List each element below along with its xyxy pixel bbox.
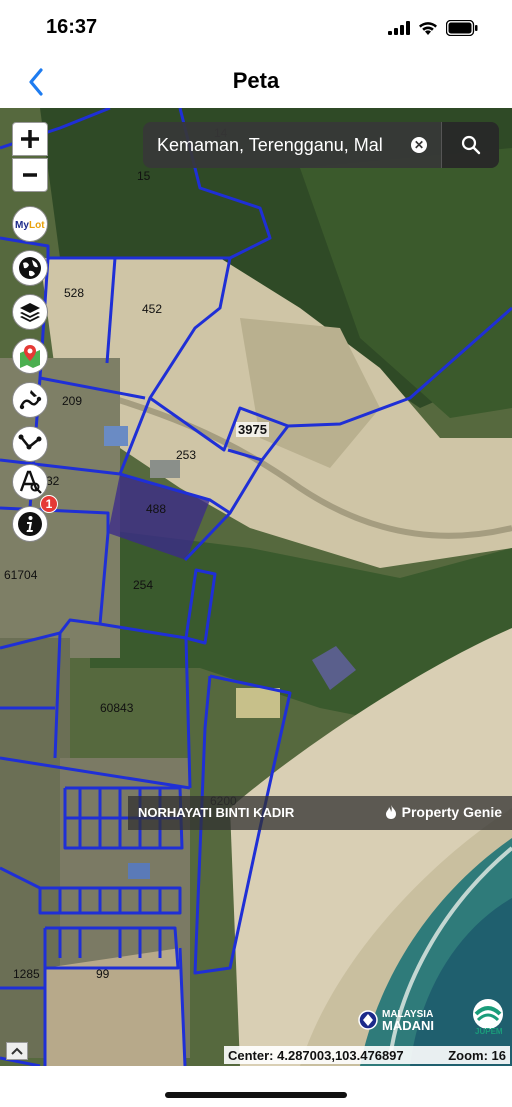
status-time: 16:37 — [46, 16, 98, 38]
zoom-out-button[interactable] — [12, 158, 48, 192]
madani-emblem-icon: MALAYSIA MADANI — [358, 1009, 434, 1033]
satellite-map-background — [0, 108, 512, 1066]
lot-label: 254 — [133, 578, 154, 592]
layers-icon — [20, 303, 40, 322]
cellular-signal-icon — [388, 21, 410, 35]
page-title: Peta — [232, 68, 280, 93]
status-bar: 16:37 — [0, 0, 512, 58]
plus-icon — [21, 130, 39, 148]
search-icon — [461, 135, 480, 155]
malaysia-madani-logo: MALAYSIA MADANI — [358, 1004, 468, 1036]
property-genie-brand: Property Genie — [384, 804, 502, 820]
wifi-icon — [419, 21, 437, 35]
zoom-in-button[interactable] — [12, 122, 48, 156]
lot-label: 60843 — [100, 701, 134, 715]
text-search-icon — [19, 470, 42, 494]
lot-label: 61704 — [4, 568, 38, 582]
highlighted-lot-label[interactable]: 488 — [146, 502, 166, 516]
home-indicator-area — [0, 1066, 512, 1107]
map-pin-icon — [20, 345, 40, 368]
pen-draw-icon — [19, 390, 42, 410]
layers-button[interactable] — [12, 294, 48, 330]
jupem-emblem-icon: JUPEM — [473, 999, 503, 1036]
lot-label: 253 — [176, 448, 197, 462]
zoom-level: Zoom: 16 — [448, 1047, 506, 1063]
svg-text:JUPEM: JUPEM — [475, 1027, 503, 1036]
search-text-tool-button[interactable] — [12, 464, 48, 500]
chevron-up-icon — [11, 1047, 23, 1055]
location-search-bar: ✕ — [143, 122, 499, 168]
lot-label: 32 — [46, 474, 60, 488]
lot-label: 528 — [64, 286, 85, 300]
info-button[interactable] — [12, 506, 48, 542]
measure-line-icon — [18, 434, 42, 450]
lot-label: 99 — [96, 967, 110, 981]
mylot-button[interactable]: My Lot — [12, 206, 48, 242]
measure-tool-button[interactable] — [12, 426, 48, 462]
owner-info-banner: NORHAYATI BINTI KADIR Property Genie — [128, 796, 512, 830]
home-indicator[interactable] — [165, 1092, 347, 1098]
info-icon — [18, 512, 42, 536]
location-search-input[interactable] — [143, 122, 441, 168]
location-map-button[interactable] — [12, 338, 48, 374]
lot-label: 452 — [142, 302, 163, 316]
navigation-bar: Peta — [0, 58, 512, 108]
battery-icon — [446, 20, 478, 36]
expand-panel-button[interactable] — [6, 1042, 28, 1060]
jupem-logo: JUPEM — [468, 996, 508, 1036]
basemap-globe-button[interactable] — [12, 250, 48, 286]
lot-label: 1285 — [13, 967, 40, 981]
property-genie-label: Property Genie — [401, 804, 502, 820]
mylot-logo-icon: My Lot — [15, 220, 45, 231]
svg-text:My: My — [15, 220, 29, 231]
draw-tool-button[interactable] — [12, 382, 48, 418]
search-button[interactable] — [441, 122, 499, 168]
status-icons — [388, 20, 478, 36]
flame-icon — [385, 805, 396, 819]
svg-text:Lot: Lot — [29, 220, 45, 231]
lot-label-selected-area: 3975 — [236, 422, 269, 437]
globe-icon — [19, 257, 41, 279]
clear-search-icon[interactable]: ✕ — [411, 137, 427, 153]
map-status-bar: Center: 4.287003,103.476897 Zoom: 16 — [224, 1046, 510, 1064]
center-coordinates: Center: 4.287003,103.476897 — [228, 1047, 404, 1063]
minus-icon — [23, 173, 37, 177]
lot-label: 209 — [62, 394, 83, 408]
owner-name: NORHAYATI BINTI KADIR — [138, 805, 295, 820]
svg-text:MADANI: MADANI — [382, 1018, 434, 1033]
lot-label: 15 — [137, 169, 151, 183]
map-view[interactable]: 14 15 528 452 209 3975 253 32 488 61704 … — [0, 108, 512, 1066]
